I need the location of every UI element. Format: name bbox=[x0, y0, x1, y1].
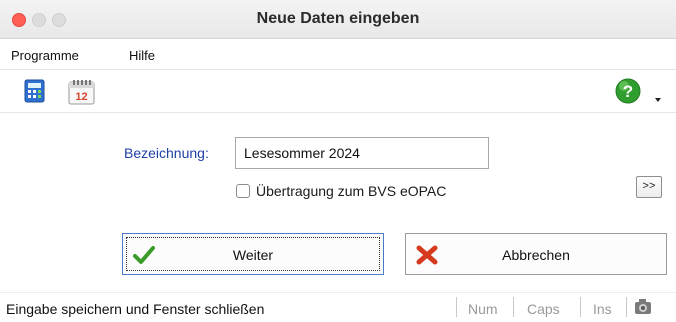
svg-text:?: ? bbox=[623, 82, 633, 101]
menu-bar: Programme Hilfe bbox=[0, 39, 676, 70]
insert-mode-indicator: Ins bbox=[593, 301, 612, 317]
status-separator bbox=[580, 297, 581, 317]
menu-programme[interactable]: Programme bbox=[11, 48, 79, 63]
uebertragung-checkbox-label[interactable]: Übertragung zum BVS eOPAC bbox=[256, 183, 446, 199]
weiter-button[interactable]: Weiter bbox=[122, 233, 384, 275]
status-separator bbox=[626, 297, 627, 317]
bezeichnung-input[interactable] bbox=[235, 137, 489, 169]
calculator-button[interactable] bbox=[22, 78, 48, 104]
menu-hilfe[interactable]: Hilfe bbox=[129, 48, 155, 63]
more-options-button[interactable]: >> bbox=[636, 176, 662, 198]
help-icon: ? bbox=[615, 78, 641, 104]
chevron-down-icon bbox=[655, 98, 661, 102]
calendar-icon: 12 bbox=[68, 80, 95, 105]
help-dropdown-button[interactable] bbox=[654, 90, 662, 102]
status-separator bbox=[513, 297, 514, 317]
calendar-button[interactable]: 12 bbox=[67, 78, 95, 105]
status-separator bbox=[456, 297, 457, 317]
abbrechen-button-label: Abbrechen bbox=[502, 247, 570, 263]
weiter-button-label: Weiter bbox=[232, 247, 274, 263]
toolbar: 12 ? bbox=[0, 70, 676, 113]
status-message: Eingabe speichern und Fenster schließen bbox=[6, 301, 265, 317]
bezeichnung-label: Bezeichnung: bbox=[124, 145, 209, 161]
status-bar: Eingabe speichern und Fenster schließen … bbox=[0, 292, 676, 322]
caps-lock-indicator: Caps bbox=[527, 301, 560, 317]
camera-icon[interactable] bbox=[633, 298, 653, 315]
window-title: Neue Daten eingeben bbox=[256, 10, 420, 27]
calculator-icon bbox=[24, 79, 45, 103]
help-button[interactable]: ? bbox=[614, 77, 641, 104]
num-lock-indicator: Num bbox=[468, 301, 498, 317]
abbrechen-button[interactable]: Abbrechen bbox=[405, 233, 667, 275]
svg-text:12: 12 bbox=[75, 91, 87, 103]
title-bar: Neue Daten eingeben bbox=[0, 0, 676, 39]
uebertragung-checkbox[interactable] bbox=[236, 184, 250, 198]
